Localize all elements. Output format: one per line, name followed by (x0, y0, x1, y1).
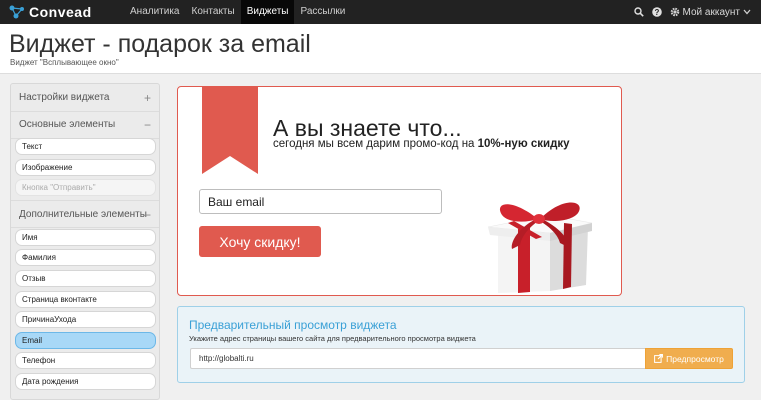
element-item-text[interactable]: Текст (15, 138, 156, 155)
section-basic-elements[interactable]: Основные элементы − (11, 111, 159, 139)
email-field[interactable] (199, 189, 442, 214)
gear-icon (670, 7, 679, 17)
section-label: Дополнительные элементы (19, 209, 147, 220)
element-item-email[interactable]: Email (15, 332, 156, 349)
preview-button-label: Предпросмотр (666, 353, 724, 364)
chevron-down-icon (743, 9, 751, 15)
app-logo[interactable]: Convead (8, 3, 92, 21)
nav-item-widgets[interactable]: Виджеты (240, 0, 295, 24)
element-item-last-name[interactable]: Фамилия (15, 249, 156, 266)
account-label: Мой аккаунт (682, 6, 740, 18)
preview-hint: Укажите адрес страницы вашего сайта для … (189, 334, 476, 343)
preview-button[interactable]: Предпросмотр (645, 348, 733, 369)
preview-url-input[interactable] (190, 348, 645, 369)
expand-icon[interactable]: + (144, 84, 151, 112)
external-link-icon (654, 354, 664, 363)
preview-title: Предварительный просмотр виджета (189, 318, 397, 332)
element-item-phone[interactable]: Телефон (15, 352, 156, 369)
collapse-icon[interactable]: − (144, 111, 151, 139)
element-item-first-name[interactable]: Имя (15, 229, 156, 246)
ribbon-icon (202, 86, 258, 174)
page-title: Виджет - подарок за email (9, 30, 311, 58)
element-item-leave-reason[interactable]: ПричинаУхода (15, 311, 156, 328)
app-name: Convead (29, 4, 92, 20)
preview-panel: Предварительный просмотр виджета Укажите… (177, 306, 745, 383)
main-nav: Аналитика Контакты Виджеты Рассылки (124, 0, 351, 24)
element-item-submit-button: Кнопка "Отправить" (15, 179, 156, 196)
top-right-tools: ? Мой аккаунт (633, 0, 751, 24)
section-extra-elements[interactable]: Дополнительные элементы − (11, 200, 159, 228)
nav-item-contacts[interactable]: Контакты (186, 0, 241, 24)
account-menu[interactable]: Мой аккаунт (670, 7, 751, 18)
search-icon[interactable] (633, 7, 644, 17)
collapse-icon[interactable]: − (144, 201, 151, 229)
help-icon[interactable]: ? (651, 7, 662, 17)
widget-subtitle: сегодня мы всем дарим промо-код на 10%-н… (273, 138, 570, 150)
page-subtitle: Виджет "Всплывающее окно" (10, 58, 119, 67)
element-item-image[interactable]: Изображение (15, 159, 156, 176)
element-item-vk-page[interactable]: Страница вконтакте (15, 291, 156, 308)
section-label: Основные элементы (19, 119, 116, 130)
svg-text:?: ? (654, 8, 659, 17)
nav-item-mailings[interactable]: Рассылки (294, 0, 351, 24)
widget-preview-card[interactable]: А вы знаете что... сегодня мы всем дарим… (177, 86, 622, 296)
nav-item-analytics[interactable]: Аналитика (124, 0, 186, 24)
element-item-feedback[interactable]: Отзыв (15, 270, 156, 287)
page-header: Виджет - подарок за email Виджет "Всплыв… (0, 24, 761, 74)
element-item-birthdate[interactable]: Дата рождения (15, 373, 156, 390)
gift-icon (487, 202, 593, 293)
widget-elements-sidebar: Настройки виджета + Основные элементы − … (10, 83, 160, 400)
logo-icon (9, 5, 24, 19)
top-navbar: Convead Аналитика Контакты Виджеты Рассы… (0, 0, 761, 24)
section-label: Настройки виджета (19, 92, 110, 103)
get-discount-button[interactable]: Хочу скидку! (199, 226, 321, 257)
widget-discount-text: 10%-ную скидку (477, 138, 570, 150)
section-widget-settings[interactable]: Настройки виджета + (11, 84, 159, 112)
widget-subtitle-text: сегодня мы всем дарим промо-код на (273, 138, 478, 150)
